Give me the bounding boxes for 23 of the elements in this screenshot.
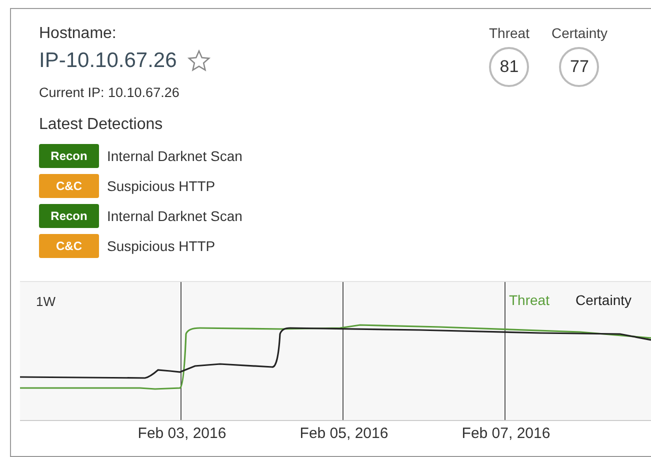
legend-label: Threat: [509, 292, 550, 308]
category-tag: C&C: [39, 234, 99, 258]
score-circle: 77: [559, 47, 600, 87]
score-label: Threat: [489, 25, 530, 41]
legend-label: Certainty: [575, 292, 632, 308]
category-tag: C&C: [39, 174, 99, 198]
star-icon[interactable]: [186, 49, 211, 73]
score-label: Certainty: [551, 25, 608, 41]
detection-name[interactable]: Internal Darknet Scan: [107, 148, 242, 164]
score-circle: 81: [489, 47, 530, 87]
hostname: IP-10.10.67.26: [39, 49, 177, 73]
category-tag: Recon: [39, 204, 99, 228]
detection-name[interactable]: Suspicious HTTP: [107, 238, 216, 254]
detection-name[interactable]: Suspicious HTTP: [107, 178, 216, 194]
detections-title: Latest Detections: [39, 116, 164, 134]
category-tag: Recon: [39, 144, 99, 168]
current-ip: Current IP: 10.10.67.26: [39, 85, 180, 100]
date-label: Feb 03, 2016: [138, 425, 226, 442]
date-label: Feb 07, 2016: [462, 425, 550, 442]
date-label: Feb 05, 2016: [300, 425, 388, 442]
range-label: 1W: [36, 294, 56, 309]
detection-name[interactable]: Internal Darknet Scan: [107, 208, 242, 224]
hostname-label: Hostname:: [39, 25, 118, 43]
